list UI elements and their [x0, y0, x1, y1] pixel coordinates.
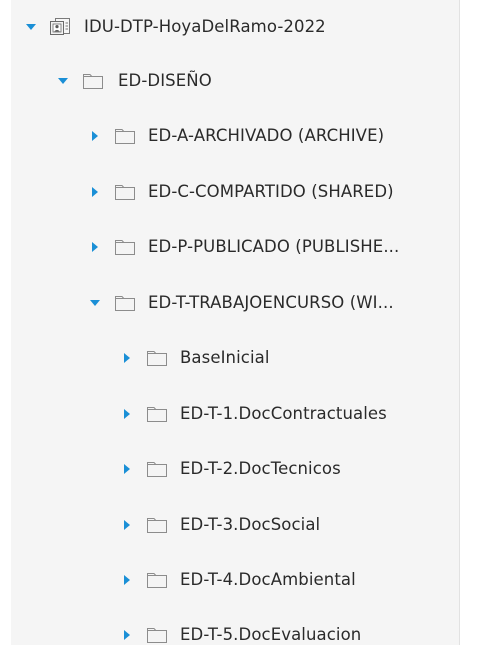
caret-expanded-icon[interactable] [24, 20, 38, 34]
tree-folder-row-publicado[interactable]: ED-P-PUBLICADO (PUBLISHE... [11, 232, 459, 262]
folder-icon [146, 405, 168, 423]
tree-folder-row-docevaluacion[interactable]: ED-T-5.DocEvaluacion [11, 620, 459, 645]
caret-expanded-icon[interactable] [88, 296, 102, 310]
tree-folder-row-diseno[interactable]: ED-DISEÑO [11, 66, 459, 96]
caret-collapsed-icon[interactable] [120, 407, 134, 421]
caret-collapsed-icon[interactable] [120, 628, 134, 642]
tree-folder-label[interactable]: ED-T-3.DocSocial [180, 513, 320, 537]
folder-icon [114, 127, 136, 145]
tree-folder-label[interactable]: ED-P-PUBLICADO (PUBLISHE... [148, 235, 399, 259]
tree-folder-row-archivado[interactable]: ED-A-ARCHIVADO (ARCHIVE) [11, 121, 459, 151]
tree-folder-row-doccontractuales[interactable]: ED-T-1.DocContractuales [11, 399, 459, 429]
tree-folder-row-doctecnicos[interactable]: ED-T-2.DocTecnicos [11, 454, 459, 484]
caret-expanded-icon[interactable] [56, 74, 70, 88]
tree-folder-label[interactable]: ED-T-TRABAJOENCURSO (WI... [148, 291, 394, 315]
folder-tree-panel: IDU-DTP-HoyaDelRamo-2022 ED-DISEÑO ED-A-… [11, 0, 459, 645]
folder-icon [146, 516, 168, 534]
tree-folder-label[interactable]: ED-T-1.DocContractuales [180, 402, 387, 426]
project-icon [49, 17, 71, 35]
caret-collapsed-icon[interactable] [88, 240, 102, 254]
tree-root-row[interactable]: IDU-DTP-HoyaDelRamo-2022 [11, 12, 459, 42]
caret-collapsed-icon[interactable] [120, 573, 134, 587]
folder-icon [146, 460, 168, 478]
folder-icon [114, 238, 136, 256]
panel-divider [459, 0, 460, 645]
tree-folder-row-compartido[interactable]: ED-C-COMPARTIDO (SHARED) [11, 177, 459, 207]
tree-folder-label[interactable]: ED-C-COMPARTIDO (SHARED) [148, 180, 394, 204]
tree-folder-label[interactable]: ED-T-4.DocAmbiental [180, 568, 356, 592]
tree-folder-row-docsocial[interactable]: ED-T-3.DocSocial [11, 510, 459, 540]
tree-folder-row-baseinicial[interactable]: BaseInicial [11, 343, 459, 373]
tree-folder-row-docambiental[interactable]: ED-T-4.DocAmbiental [11, 565, 459, 595]
tree-folder-label[interactable]: ED-T-5.DocEvaluacion [180, 623, 361, 645]
folder-icon [82, 72, 104, 90]
caret-collapsed-icon[interactable] [120, 351, 134, 365]
tree-root-label[interactable]: IDU-DTP-HoyaDelRamo-2022 [84, 15, 326, 39]
tree-folder-label[interactable]: ED-A-ARCHIVADO (ARCHIVE) [148, 124, 384, 148]
caret-collapsed-icon[interactable] [120, 462, 134, 476]
caret-collapsed-icon[interactable] [88, 185, 102, 199]
caret-collapsed-icon[interactable] [120, 518, 134, 532]
caret-collapsed-icon[interactable] [88, 129, 102, 143]
tree-folder-label[interactable]: BaseInicial [180, 346, 270, 370]
folder-icon [114, 183, 136, 201]
tree-folder-row-trabajo[interactable]: ED-T-TRABAJOENCURSO (WI... [11, 288, 459, 318]
folder-icon [146, 626, 168, 644]
tree-folder-label[interactable]: ED-T-2.DocTecnicos [180, 457, 341, 481]
tree-folder-label[interactable]: ED-DISEÑO [118, 69, 212, 93]
folder-icon [146, 571, 168, 589]
folder-icon [114, 294, 136, 312]
folder-icon [146, 349, 168, 367]
